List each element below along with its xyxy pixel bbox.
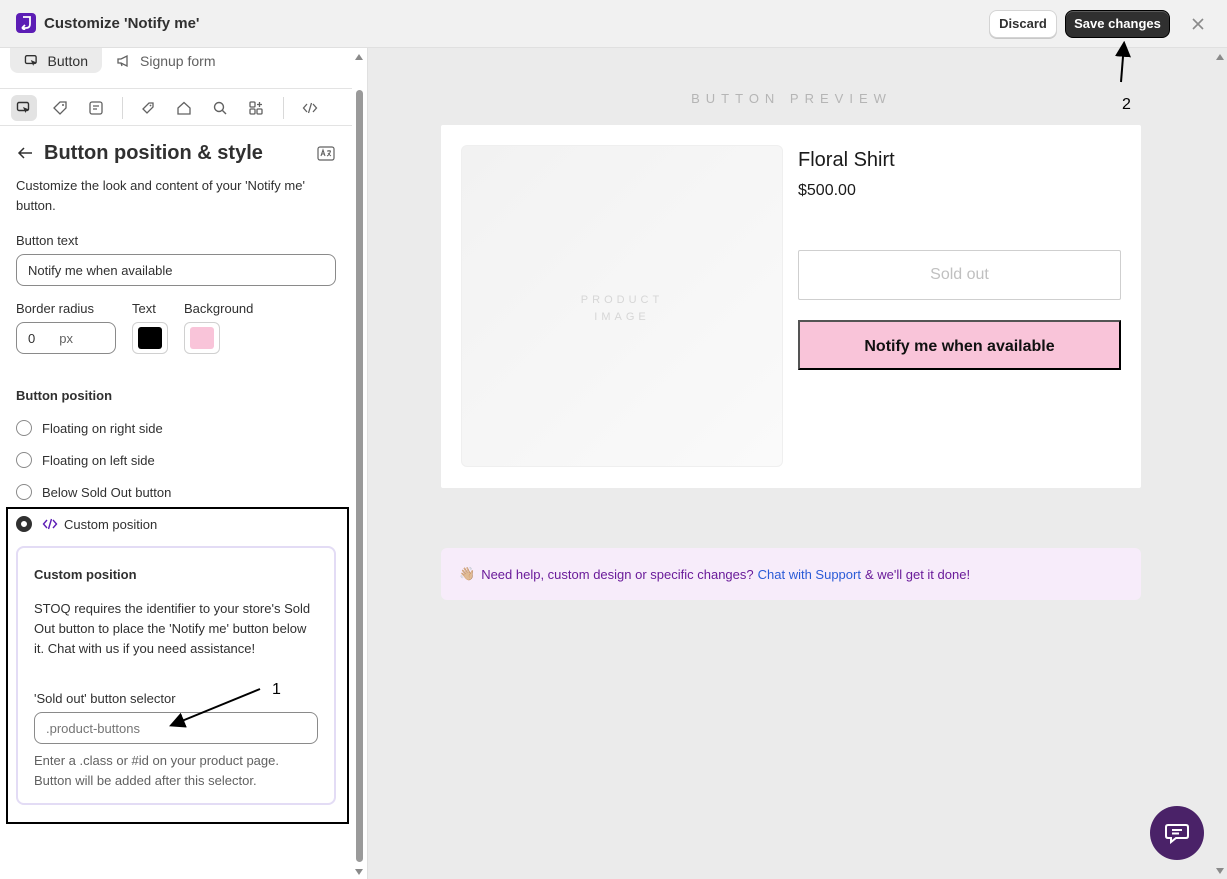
help-banner: 👋🏼 Need help, custom design or specific … xyxy=(441,548,1141,600)
main-scroll-down-arrow-icon[interactable] xyxy=(1216,868,1224,874)
border-radius-label: Border radius xyxy=(16,301,95,316)
save-changes-button[interactable]: Save changes xyxy=(1065,10,1170,38)
tag-icon[interactable] xyxy=(47,95,73,121)
radio-label: Floating on left side xyxy=(42,452,155,468)
background-color-picker[interactable] xyxy=(184,322,220,354)
button-text-label: Button text xyxy=(16,233,79,248)
background-color-label: Background xyxy=(184,301,254,316)
button-position-title: Button position xyxy=(16,388,113,403)
page-title: Customize 'Notify me' xyxy=(44,15,200,32)
product-preview-card: PRODUCT IMAGE Floral Shirt $500.00 Sold … xyxy=(441,125,1141,488)
tab-button[interactable]: Button xyxy=(10,48,102,73)
help-text-before: Need help, custom design or specific cha… xyxy=(481,566,754,582)
text-color-swatch xyxy=(138,327,162,349)
border-radius-value: 0 xyxy=(28,330,36,346)
preview-area: BUTTON PREVIEW PRODUCT IMAGE Floral Shir… xyxy=(369,48,1227,879)
chat-with-support-link[interactable]: Chat with Support xyxy=(758,567,861,582)
cursor-click-icon[interactable] xyxy=(11,95,37,121)
app-logo-icon xyxy=(16,13,36,33)
translate-icon[interactable] xyxy=(317,146,335,167)
back-arrow-icon[interactable] xyxy=(16,144,34,167)
tab-signup-form-label: Signup form xyxy=(140,52,216,69)
wave-icon: 👋🏼 xyxy=(459,566,476,581)
top-bar: Customize 'Notify me' Discard Save chang… xyxy=(0,0,1227,48)
tab-signup-form[interactable]: Signup form xyxy=(102,48,232,73)
radio-label: Below Sold Out button xyxy=(42,484,172,500)
apps-icon[interactable] xyxy=(243,95,269,121)
radio-label: Floating on right side xyxy=(42,420,163,436)
chat-icon xyxy=(1165,824,1189,845)
text-color-label: Text xyxy=(132,301,156,316)
annotation-highlight-box xyxy=(6,507,349,824)
notify-me-preview-button[interactable]: Notify me when available xyxy=(798,320,1121,370)
price-tag-icon[interactable] xyxy=(135,95,161,121)
main-scroll-up-arrow-icon[interactable] xyxy=(1216,54,1224,60)
icon-bar-divider xyxy=(122,97,123,119)
product-name: Floral Shirt xyxy=(798,149,895,171)
megaphone-icon xyxy=(117,54,128,67)
note-icon[interactable] xyxy=(83,95,109,121)
home-icon[interactable] xyxy=(171,95,197,121)
code-icon[interactable] xyxy=(297,95,323,121)
border-radius-input[interactable]: 0 px xyxy=(16,322,116,354)
product-price: $500.00 xyxy=(798,182,856,199)
scroll-down-arrow-icon[interactable] xyxy=(355,869,363,875)
panel-title: Button position & style xyxy=(44,142,263,164)
button-text-input[interactable]: Notify me when available xyxy=(16,254,336,286)
scroll-up-arrow-icon[interactable] xyxy=(355,54,363,60)
radio-button[interactable] xyxy=(16,452,32,468)
annotation-number-2: 2 xyxy=(1122,96,1131,113)
radio-floating-right[interactable]: Floating on right side xyxy=(16,418,163,438)
chat-support-button[interactable] xyxy=(1150,806,1204,860)
section-icon-bar xyxy=(0,88,352,126)
cursor-click-icon xyxy=(24,54,37,66)
border-radius-unit: px xyxy=(59,330,73,346)
search-icon[interactable] xyxy=(207,95,233,121)
annotation-number-1: 1 xyxy=(272,681,281,698)
text-color-picker[interactable] xyxy=(132,322,168,354)
tab-button-label: Button xyxy=(47,52,88,69)
radio-floating-left[interactable]: Floating on left side xyxy=(16,450,155,470)
sold-out-button: Sold out xyxy=(798,250,1121,300)
sidebar-tabs: Button Signup form xyxy=(0,48,352,88)
background-color-swatch xyxy=(190,327,214,349)
product-image-text: PRODUCT IMAGE xyxy=(580,294,664,323)
help-text-after: & we'll get it done! xyxy=(864,566,971,582)
discard-button[interactable]: Discard xyxy=(989,10,1057,38)
radio-below-sold-out[interactable]: Below Sold Out button xyxy=(16,482,171,502)
panel-description: Customize the look and content of your '… xyxy=(16,178,305,213)
close-icon[interactable] xyxy=(1189,15,1207,33)
product-image-placeholder: PRODUCT IMAGE xyxy=(461,145,783,467)
preview-label: BUTTON PREVIEW xyxy=(691,91,892,106)
radio-button[interactable] xyxy=(16,420,32,436)
radio-button[interactable] xyxy=(16,484,32,500)
icon-bar-divider xyxy=(283,97,284,119)
sidebar-scroll-thumb[interactable] xyxy=(356,90,363,862)
